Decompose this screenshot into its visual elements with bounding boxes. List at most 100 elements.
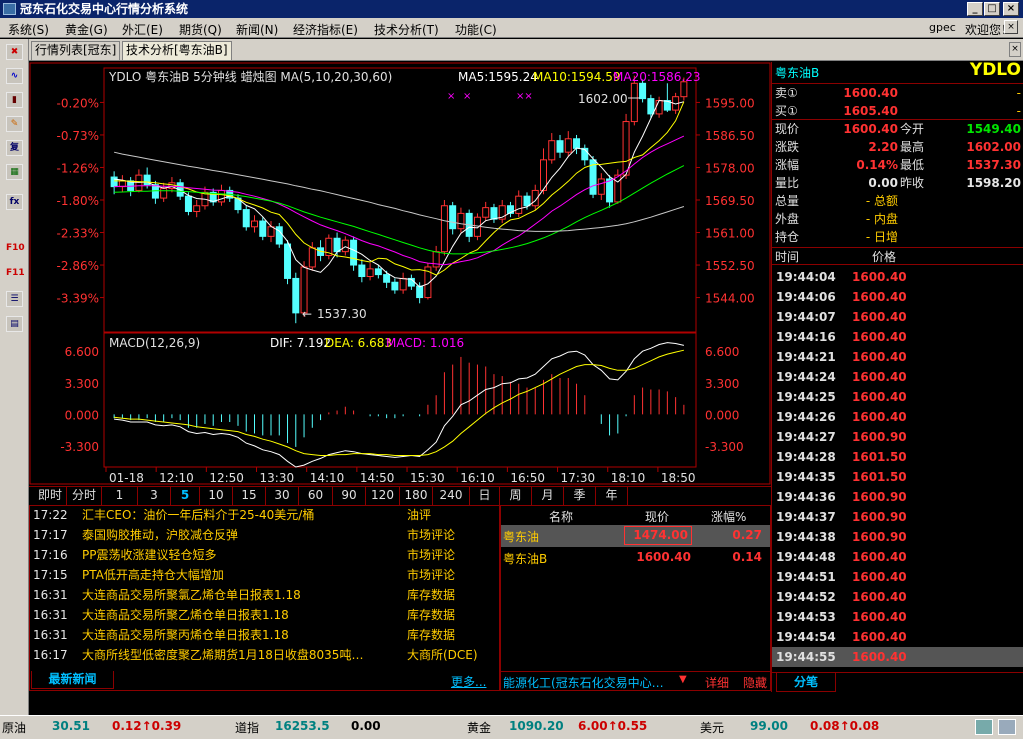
menu-close-button[interactable]: ×: [1004, 20, 1018, 34]
pen-icon[interactable]: ✎: [6, 116, 23, 132]
network-icon[interactable]: [975, 719, 993, 735]
stat-label: 总量: [775, 194, 800, 208]
period-tab-12[interactable]: 240: [433, 487, 470, 505]
tray-icon[interactable]: [998, 719, 1016, 735]
menu-functions[interactable]: 功能(C): [455, 21, 497, 38]
news-item[interactable]: 16:17 大商所线型低密度聚乙烯期货1月18日收盘8035吨… 大商所(DCE): [30, 646, 499, 666]
menu-tech-analysis[interactable]: 技术分析(T): [374, 21, 439, 38]
buy-label: 买①: [775, 104, 798, 118]
event-marker: ×: [447, 91, 455, 102]
period-tab-1[interactable]: 分时: [67, 487, 102, 505]
menu-forex[interactable]: 外汇(E): [122, 21, 163, 38]
line-chart-icon[interactable]: ∿: [6, 68, 23, 84]
news-item[interactable]: 16:31 大连商品交易所聚丙烯仓单日报表1.18 库存数据: [30, 626, 499, 646]
note-icon[interactable]: ▤: [6, 316, 23, 332]
tick-col-price: 价格: [872, 250, 897, 264]
quote-row[interactable]: 粤东油B 1600.40 0.14: [501, 548, 770, 568]
candle-body: [350, 239, 358, 266]
candle: [556, 134, 564, 158]
menu-system[interactable]: 系统(S): [8, 21, 49, 38]
status-bar: 原油 30.51 0.12↑0.39 道指 16253.5 0.00 黄金 10…: [0, 715, 1023, 739]
grid-icon[interactable]: ▦: [6, 164, 23, 180]
period-tab-8[interactable]: 60: [299, 487, 333, 505]
menu-news[interactable]: 新闻(N): [236, 21, 278, 38]
period-tab-6[interactable]: 15: [233, 487, 266, 505]
news-time: 16:31: [33, 588, 68, 602]
news-item[interactable]: 16:31 大连商品交易所聚氯乙烯仓单日报表1.18 库存数据: [30, 586, 499, 606]
candle: [540, 148, 547, 195]
period-tab-2[interactable]: 1: [102, 487, 138, 505]
tab-close-icon[interactable]: ×: [1009, 42, 1021, 57]
tick-time: 19:44:21: [776, 350, 836, 364]
period-tab-13[interactable]: 日: [470, 487, 500, 505]
close-button[interactable]: ×: [1003, 2, 1019, 16]
period-tab-9[interactable]: 90: [333, 487, 366, 505]
news-item[interactable]: 17:17 泰国购胶推动，沪胶减仓反弹 市场评论: [30, 526, 499, 546]
period-tab-15[interactable]: 月: [532, 487, 564, 505]
f11-button[interactable]: F11: [6, 266, 25, 282]
tick-header: 时间 价格: [772, 247, 1023, 265]
quote-price: 1600.40: [636, 550, 691, 564]
price-axis-label: 1561.00: [705, 227, 755, 241]
close-icon[interactable]: ✖: [6, 44, 23, 60]
candle-icon[interactable]: ▮: [6, 92, 23, 108]
news-time: 17:22: [33, 508, 68, 522]
minimize-button[interactable]: _: [967, 2, 983, 16]
news-tab-latest[interactable]: 最新新闻: [31, 671, 114, 689]
tab-quote-list[interactable]: 行情列表[冠东]: [31, 41, 121, 60]
candle: [465, 209, 473, 243]
menu-gold[interactable]: 黄金(G): [65, 21, 108, 38]
quote-hide-link[interactable]: 隐藏: [743, 674, 767, 691]
candlestick-chart[interactable]: 1595.00 -0.20% 1586.50 -0.73% 1578.00 -1.26% 1…: [29, 62, 771, 486]
dropdown-arrow-icon[interactable]: ▼: [679, 674, 687, 685]
news-item[interactable]: 17:15 PTA低开高走持仓大幅增加 市场评论: [30, 566, 499, 586]
news-headline[interactable]: PP震荡收涨建议轻仓短多: [82, 546, 382, 565]
period-tab-17[interactable]: 年: [596, 487, 628, 505]
formula-icon[interactable]: fx: [6, 194, 23, 210]
period-tab-3[interactable]: 3: [138, 487, 171, 505]
quote-stat-row: 外盘 - 内盘: [772, 210, 1023, 228]
news-headline[interactable]: 大连商品交易所聚丙烯仓单日报表1.18: [82, 626, 382, 645]
tick-tab[interactable]: 分笔: [776, 673, 836, 692]
status-chg-usd: 0.08↑0.08: [810, 719, 880, 733]
copy-icon[interactable]: 复: [6, 140, 23, 156]
news-headline[interactable]: 大连商品交易所聚乙烯仓单日报表1.18: [82, 606, 382, 625]
news-more-link[interactable]: 更多...: [451, 673, 486, 690]
candle: [118, 175, 126, 193]
news-item[interactable]: 17:22 汇丰CEO：油价一年后料介于25-40美元/桶 油评: [30, 506, 499, 526]
news-item[interactable]: 17:16 PP震荡收涨建议轻仓短多 市场评论: [30, 546, 499, 566]
candle: [457, 207, 465, 233]
news-headline[interactable]: 汇丰CEO：油价一年后料介于25-40美元/桶: [82, 506, 382, 525]
news-item[interactable]: 16:31 大连商品交易所聚乙烯仓单日报表1.18 库存数据: [30, 606, 499, 626]
period-tab-16[interactable]: 季: [564, 487, 596, 505]
news-headline[interactable]: 大连商品交易所聚氯乙烯仓单日报表1.18: [82, 586, 382, 605]
menu-econ[interactable]: 经济指标(E): [293, 21, 358, 38]
period-tab-5[interactable]: 10: [200, 487, 233, 505]
period-tab-7[interactable]: 30: [266, 487, 299, 505]
candle-body: [416, 285, 424, 299]
ma20-line: [114, 135, 685, 266]
candle: [350, 236, 358, 271]
period-tab-11[interactable]: 180: [400, 487, 433, 505]
tab-tech-analysis[interactable]: 技术分析[粤东油B]: [122, 41, 232, 60]
stat-label: 涨幅: [775, 158, 800, 172]
chart-area[interactable]: 1595.00 -0.20% 1586.50 -0.73% 1578.00 -1.26% 1…: [29, 62, 771, 486]
news-headline[interactable]: 泰国购胶推动，沪胶减仓反弹: [82, 526, 382, 545]
menu-futures[interactable]: 期货(Q): [179, 21, 222, 38]
quote-detail-link[interactable]: 详细: [705, 674, 729, 691]
sell-price: 1600.40: [843, 86, 898, 100]
period-tab-4[interactable]: 5: [171, 487, 200, 505]
news-headline[interactable]: PTA低开高走持仓大幅增加: [82, 566, 382, 585]
news-headline[interactable]: 大商所线型低密度聚乙烯期货1月18日收盘8035吨…: [82, 646, 382, 665]
quote-price: 1474.00: [624, 526, 692, 545]
list-icon[interactable]: ☰: [6, 291, 23, 307]
quote-group-select[interactable]: 能源化工(冠东石化交易中心…: [503, 674, 664, 691]
period-tab-14[interactable]: 周: [500, 487, 532, 505]
f10-button[interactable]: F10: [6, 241, 25, 257]
quote-row-selected[interactable]: 粤东油 1474.00 0.27: [501, 525, 770, 547]
period-tab-10[interactable]: 120: [366, 487, 400, 505]
tick-price: 1600.40: [852, 590, 907, 604]
maximize-button[interactable]: □: [984, 2, 1000, 16]
period-tab-0[interactable]: 即时: [34, 487, 67, 505]
candle-body: [300, 266, 308, 314]
